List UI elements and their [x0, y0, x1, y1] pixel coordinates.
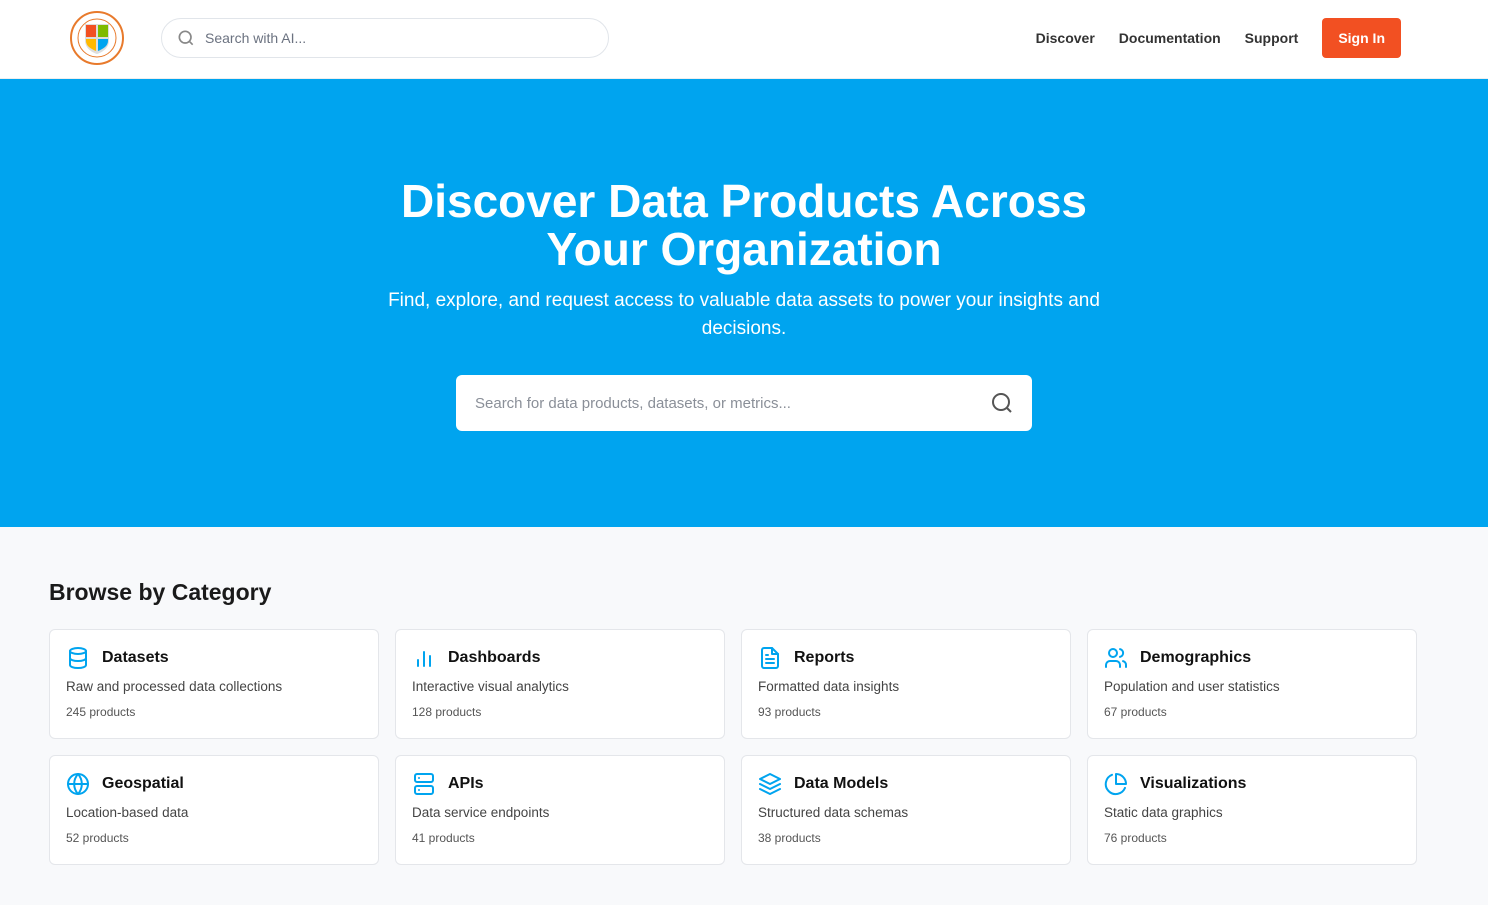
category-description: Structured data schemas [758, 805, 909, 820]
nav-discover[interactable]: Discover [1036, 30, 1095, 46]
server-icon [414, 773, 434, 795]
category-card-dashboards[interactable]: Dashboards Interactive visual analytics … [395, 629, 725, 739]
category-count: 41 products [412, 831, 475, 845]
category-name: APIs [448, 775, 484, 792]
search-icon[interactable] [990, 391, 1014, 415]
category-count: 38 products [758, 831, 821, 845]
pie-chart-icon [1104, 773, 1127, 795]
browse-by-category: Browse by Category Datasets Raw and proc… [0, 527, 1488, 865]
hero-search-placeholder: Search for data products, datasets, or m… [475, 394, 791, 412]
nav-support[interactable]: Support [1245, 30, 1299, 46]
category-name: Datasets [102, 649, 169, 666]
users-icon [1105, 648, 1128, 668]
category-description: Formatted data insights [758, 679, 900, 694]
bar-chart-icon [417, 651, 431, 667]
category-name: Dashboards [448, 649, 541, 666]
category-description: Location-based data [66, 805, 189, 820]
hero-subtitle: Find, explore, and request access to val… [388, 290, 1100, 339]
sign-in-button[interactable]: Sign In [1322, 18, 1401, 58]
category-name: Data Models [794, 775, 889, 792]
section-title: Browse by Category [49, 579, 272, 605]
category-description: Population and user statistics [1104, 679, 1280, 694]
category-count: 128 products [412, 705, 482, 719]
category-card-reports[interactable]: Reports Formatted data insights 93 produ… [741, 629, 1071, 739]
category-count: 93 products [758, 705, 821, 719]
top-bar: Search with AI... Discover Documentation… [0, 0, 1488, 79]
category-count: 245 products [66, 705, 136, 719]
category-name: Reports [794, 649, 855, 666]
category-description: Static data graphics [1104, 805, 1223, 820]
category-description: Interactive visual analytics [412, 679, 569, 694]
hero-title: Discover Data Products Across Your Organi… [0, 177, 1488, 273]
database-icon [69, 647, 87, 669]
main-nav: Discover Documentation Support Sign In [1036, 18, 1401, 58]
category-count: 67 products [1104, 705, 1167, 719]
ai-search-input[interactable]: Search with AI... [161, 18, 609, 58]
document-icon [761, 647, 779, 669]
category-count: 52 products [66, 831, 129, 845]
category-card-geospatial[interactable]: Geospatial Location-based data 52 produc… [49, 755, 379, 865]
layers-icon [759, 773, 781, 795]
category-description: Data service endpoints [412, 805, 550, 820]
globe-icon [67, 773, 89, 795]
category-name: Visualizations [1140, 775, 1247, 792]
category-card-apis[interactable]: APIs Data service endpoints 41 products [395, 755, 725, 865]
category-grid: Datasets Raw and processed data collecti… [49, 629, 1488, 865]
category-card-demographics[interactable]: Demographics Population and user statist… [1087, 629, 1417, 739]
category-count: 76 products [1104, 831, 1167, 845]
university-logo[interactable] [69, 10, 125, 66]
category-name: Demographics [1140, 649, 1252, 666]
category-description: Raw and processed data collections [66, 679, 283, 694]
hero-title-line2: Your Organization [546, 223, 942, 275]
hero-search-input[interactable]: Search for data products, datasets, or m… [456, 375, 1032, 431]
category-name: Geospatial [102, 775, 184, 792]
hero-title-line1: Discover Data Products Across [400, 175, 1087, 227]
search-icon [178, 30, 194, 46]
nav-documentation[interactable]: Documentation [1119, 30, 1221, 46]
category-card-datasets[interactable]: Datasets Raw and processed data collecti… [49, 629, 379, 739]
category-card-data-models[interactable]: Data Models Structured data schemas 38 p… [741, 755, 1071, 865]
category-card-visualizations[interactable]: Visualizations Static data graphics 76 p… [1087, 755, 1417, 865]
search-placeholder: Search with AI... [205, 30, 307, 46]
hero: Discover Data Products Across Your Organi… [0, 79, 1488, 527]
